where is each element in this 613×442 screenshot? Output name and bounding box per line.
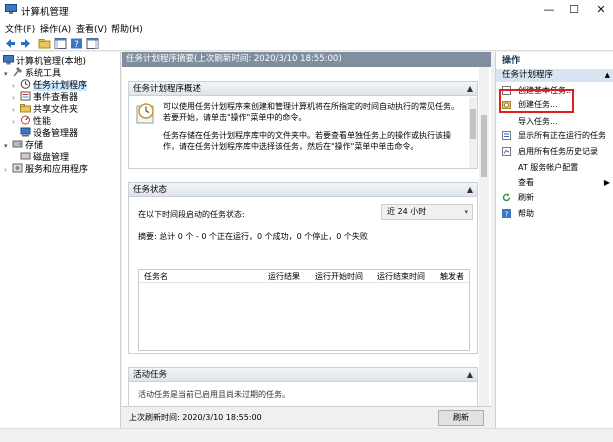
tree-item-event-viewer[interactable]: › 事件查看器 — [12, 91, 78, 103]
collapse-icon[interactable]: ▾ — [4, 140, 12, 152]
running-tasks-icon — [502, 131, 511, 140]
overview-section-header[interactable]: 任务计划程序概述 ▲ — [129, 82, 477, 96]
device-manager-icon — [20, 127, 31, 137]
tree-item-shared-folders[interactable]: › 共享文件夹 — [12, 103, 78, 115]
menu-bar: 文件(F) 操作(A) 查看(V) 帮助(H) — [0, 20, 613, 36]
task-history-icon — [502, 147, 511, 156]
tree-item-task-scheduler[interactable]: › 任务计划程序 — [12, 79, 88, 91]
computer-icon — [3, 55, 14, 65]
overview-section: 任务计划程序概述 ▲ 可以使用任务计划程序来创建和管理计算机将在所指定的时间自动… — [128, 81, 478, 169]
overview-scrollbar[interactable] — [469, 97, 477, 168]
time-range-select[interactable]: 近 24 小时 ▾ — [381, 204, 473, 220]
active-tasks-section: 活动任务 ▲ 活动任务是当前已启用且尚未过期的任务。 — [128, 367, 478, 406]
collapse-up-icon[interactable]: ▲ — [467, 183, 473, 197]
title-bar: 计算机管理 — ☐ ✕ — [0, 0, 613, 20]
expand-icon[interactable]: › — [4, 164, 12, 176]
highlight-box — [499, 89, 574, 113]
collapse-up-icon[interactable]: ▲ — [467, 368, 473, 382]
tree-item-device-manager[interactable]: 设备管理器 — [20, 127, 78, 139]
action-at-service-account[interactable]: AT 服务帐户配置 — [496, 161, 613, 174]
tree-item-performance[interactable]: › 性能 — [12, 115, 51, 127]
action-enable-task-history[interactable]: 启用所有任务历史记录 — [496, 145, 613, 158]
window-title: 计算机管理 — [21, 7, 69, 18]
task-scheduler-clock-icon — [136, 103, 154, 124]
shared-folder-icon — [20, 104, 31, 113]
back-arrow-icon[interactable] — [4, 37, 17, 50]
clock-icon — [20, 79, 31, 89]
collapse-up-icon[interactable]: ▲ — [605, 69, 610, 82]
summary-footer: 上次刷新时间: 2020/3/10 18:55:00 刷新 — [122, 406, 491, 428]
chevron-down-icon: ▾ — [464, 208, 468, 216]
show-console-tree-icon[interactable] — [54, 37, 67, 50]
column-run-result[interactable]: 运行结果 — [268, 270, 300, 283]
tools-icon — [13, 67, 23, 77]
active-tasks-section-header[interactable]: 活动任务 ▲ — [129, 368, 477, 382]
column-triggered-by[interactable]: 触发者 — [440, 270, 464, 283]
actions-group-task-scheduler[interactable]: 任务计划程序 ▲ — [496, 69, 613, 82]
collapse-icon[interactable]: ▾ — [4, 68, 12, 80]
menu-help[interactable]: 帮助(H) — [111, 22, 143, 35]
submenu-arrow-icon: ▶ — [603, 178, 610, 187]
task-status-table: 任务名 运行结果 运行开始时间 运行结束时间 触发者 — [138, 269, 470, 351]
show-action-pane-icon[interactable] — [86, 37, 99, 50]
tree-item-storage[interactable]: ▾ 存储 — [4, 139, 43, 151]
table-header: 任务名 运行结果 运行开始时间 运行结束时间 触发者 — [139, 270, 469, 283]
status-period-label: 在以下时间段启动的任务状态: — [138, 210, 245, 219]
computer-management-icon — [5, 4, 17, 14]
toolbar: ? — [0, 36, 613, 51]
summary-header: 任务计划程序摘要(上次刷新时间: 2020/3/10 18:55:00) — [122, 52, 491, 67]
minimize-button[interactable]: — — [540, 2, 558, 17]
overview-text-2: 任务存储在任务计划程序库中的文件夹中。若要查看单独任务上的操作或执行该操作，请在… — [163, 131, 451, 151]
summary-body: 任务计划程序概述 ▲ 可以使用任务计划程序来创建和管理计算机将在所指定的时间自动… — [122, 67, 491, 406]
action-import-task[interactable]: 导入任务... — [496, 115, 613, 128]
storage-icon — [12, 140, 23, 148]
last-refresh-label: 上次刷新时间: 2020/3/10 18:55:00 — [129, 413, 262, 422]
column-run-end[interactable]: 运行结束时间 — [377, 270, 425, 283]
svg-text:?: ? — [505, 211, 509, 219]
tree-item-computer-management[interactable]: 计算机管理(本地) — [3, 55, 86, 67]
close-button[interactable]: ✕ — [592, 2, 610, 17]
refresh-icon — [502, 193, 511, 202]
menu-action[interactable]: 操作(A) — [40, 22, 71, 35]
task-status-section: 任务状态 ▲ 在以下时间段启动的任务状态: 近 24 小时 ▾ 摘要: 总计 0… — [128, 182, 478, 354]
up-folder-icon[interactable] — [38, 37, 51, 50]
scrollbar-thumb[interactable] — [481, 115, 487, 177]
svg-text:?: ? — [74, 40, 79, 50]
action-refresh[interactable]: 刷新 — [496, 191, 613, 204]
collapse-up-icon[interactable]: ▲ — [467, 82, 473, 96]
refresh-button[interactable]: 刷新 — [438, 410, 484, 426]
event-viewer-icon — [20, 91, 31, 101]
services-icon — [12, 163, 23, 173]
help-icon[interactable]: ? — [70, 37, 83, 50]
status-bar — [0, 428, 613, 442]
help-icon: ? — [502, 209, 511, 218]
menu-file[interactable]: 文件(F) — [5, 22, 35, 35]
menu-view[interactable]: 查看(V) — [76, 22, 107, 35]
maximize-button[interactable]: ☐ — [565, 2, 583, 17]
disk-icon — [20, 152, 31, 160]
column-task-name[interactable]: 任务名 — [144, 270, 168, 283]
center-scrollbar[interactable] — [479, 67, 489, 406]
action-view[interactable]: 查看 ▶ — [496, 176, 613, 189]
action-help[interactable]: ? 帮助 — [496, 207, 613, 220]
forward-arrow-icon[interactable] — [19, 37, 32, 50]
tree-item-system-tools[interactable]: ▾ 系统工具 — [4, 67, 61, 79]
expand-icon[interactable]: › — [12, 116, 20, 128]
actions-title: 操作 — [502, 56, 521, 66]
overview-text-1: 可以使用任务计划程序来创建和管理计算机将在所指定的时间自动执行的常见任务。若要开… — [163, 102, 459, 122]
status-summary: 摘要: 总计 0 个 - 0 个正在运行，0 个成功，0 个停止，0 个失败 — [138, 232, 368, 241]
center-pane: 任务计划程序摘要(上次刷新时间: 2020/3/10 18:55:00) 任务计… — [122, 52, 491, 428]
active-tasks-text: 活动任务是当前已启用且尚未过期的任务。 — [138, 390, 290, 399]
column-run-start[interactable]: 运行开始时间 — [315, 270, 363, 283]
task-status-section-header[interactable]: 任务状态 ▲ — [129, 183, 477, 197]
performance-icon — [21, 115, 30, 125]
tree-item-disk-management[interactable]: 磁盘管理 — [20, 151, 69, 163]
tree-item-services-apps[interactable]: › 服务和应用程序 — [4, 163, 88, 175]
console-tree: 计算机管理(本地) ▾ 系统工具 › 任务计划程序 › 事件查看器 › 共享文件夹 › 性… — [0, 52, 121, 428]
action-show-running-tasks[interactable]: 显示所有正在运行的任务 — [496, 129, 613, 142]
